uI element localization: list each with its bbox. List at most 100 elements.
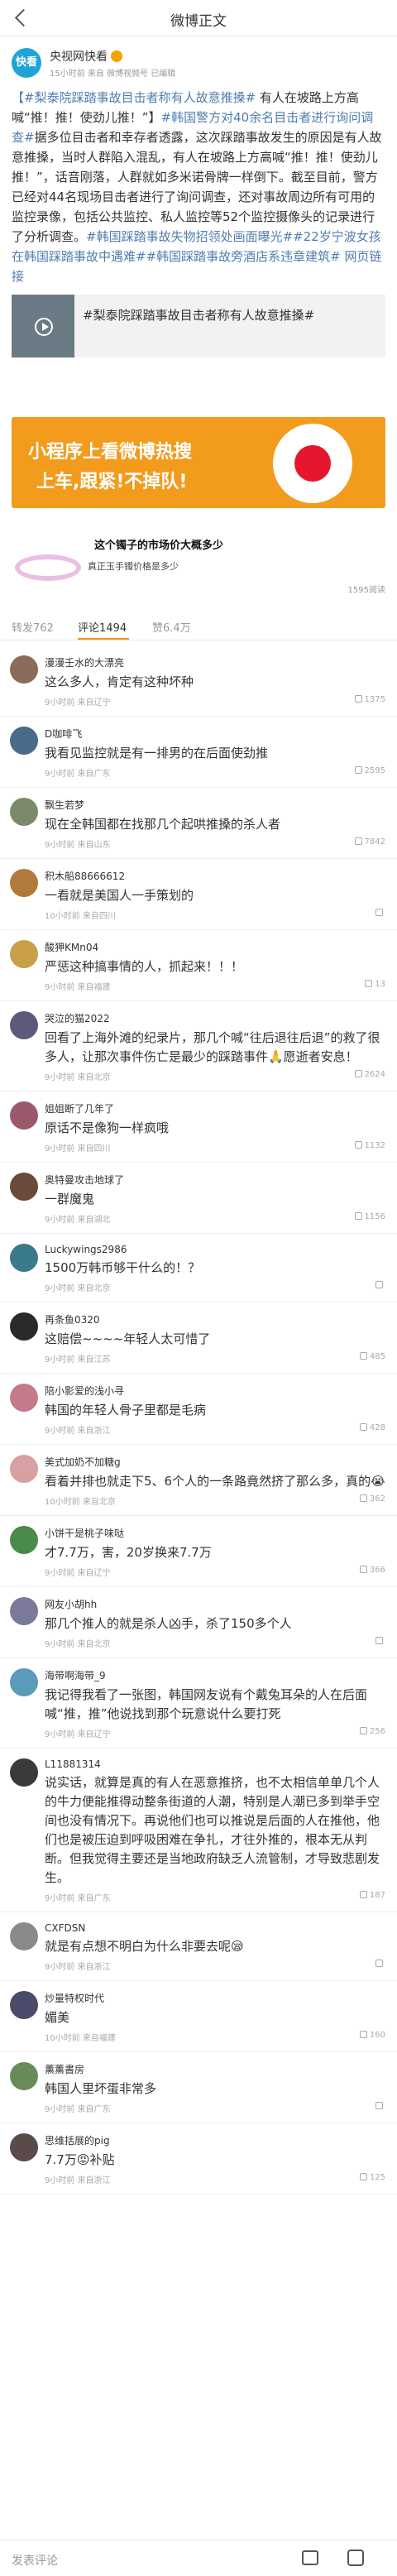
video-title[interactable]: #梨泰院踩踏事故目击者称有人故意推搡# xyxy=(83,306,377,324)
comment-item[interactable]: 炒量特权时代 媚美 10小时前 来自福建 160 xyxy=(0,1981,397,2052)
comment-author[interactable]: CXFDSN xyxy=(45,1912,385,1934)
comment-like-button[interactable] xyxy=(375,1960,385,1969)
miniapp-banner[interactable]: 小程序上看微博热搜 上车,跟紧!不掉队! xyxy=(12,417,385,508)
comment-like-button[interactable]: 256 xyxy=(359,1727,385,1736)
comment-item[interactable]: 思维括展的pig 7.7万😡补贴 9小时前 来自浙江 125 xyxy=(0,2123,397,2195)
comment-text: 那几个推人的就是杀人凶手，杀了150多个人 xyxy=(45,1616,292,1631)
comment-author[interactable]: 漫漫壬水的大漂亮 xyxy=(45,645,385,669)
comment-item[interactable]: 奥特曼攻击地球了 一群魔鬼 9小时前 来自湖北 1156 xyxy=(0,1163,397,1234)
comment-item[interactable]: 飘生若梦 现在全韩国都在找那几个起哄推搡的杀人者 9小时前 来自山东 7842 xyxy=(0,788,397,859)
comment-author[interactable]: 网友小胡hh xyxy=(45,1587,385,1611)
comment-item[interactable]: 哭泣的猫2022 回看了上海外滩的纪录片，那几个喊“往后退往后退”的救了很多人，让… xyxy=(0,1001,397,1091)
video-thumbnail[interactable] xyxy=(12,295,74,357)
repost-icon[interactable] xyxy=(302,2550,318,2565)
tab-comments[interactable]: 评论1494 xyxy=(78,619,127,635)
avatar[interactable] xyxy=(10,727,38,755)
avatar[interactable] xyxy=(10,940,38,968)
comment-author[interactable]: D咖啡飞 xyxy=(45,717,385,741)
avatar[interactable] xyxy=(10,2133,38,2161)
comment-author[interactable]: L11881314 xyxy=(45,1749,385,1770)
comment-item[interactable]: 再条鱼0320 这赔偿~~~~年轻人太可惜了 9小时前 来自江苏 485 xyxy=(0,1302,397,1374)
comment-author[interactable]: 哭泣的猫2022 xyxy=(45,1001,385,1025)
comment-author[interactable]: 再条鱼0320 xyxy=(45,1302,385,1326)
comment-author[interactable]: 小饼干是桃子味哒 xyxy=(45,1516,385,1540)
comment-like-button[interactable]: 1132 xyxy=(354,1141,385,1150)
avatar[interactable] xyxy=(10,2062,38,2090)
comment-author[interactable]: 思维括展的pig xyxy=(45,2123,385,2147)
comment-like-button[interactable]: 7842 xyxy=(354,837,385,847)
avatar[interactable] xyxy=(10,1526,38,1554)
comment-input[interactable]: 发表评论 xyxy=(12,2552,58,2569)
comment-like-button[interactable]: 366 xyxy=(359,1566,385,1575)
comment-author[interactable]: Luckywings2986 xyxy=(45,1234,385,1255)
post-topic-link[interactable]: 【#梨泰院踩踏事故目击者称有人故意推搡# xyxy=(12,90,256,105)
comment-author[interactable]: 飘生若梦 xyxy=(45,788,385,812)
ad-card[interactable]: 这个镯子的市场价大概多少 真正玉手镯价格是多少 1595阅读 xyxy=(12,530,385,609)
avatar[interactable] xyxy=(10,1922,38,1950)
comment-author[interactable]: 姐姐断了几年了 xyxy=(45,1091,385,1115)
avatar[interactable] xyxy=(10,1312,38,1341)
comment-like-button[interactable]: 2595 xyxy=(354,766,385,775)
comment-item[interactable]: 积木船88666612 一看就是美国人一手策划的 10小时前 来自四川 xyxy=(0,859,397,930)
comment-item[interactable]: 陪小影爱的浅小寻 韩国的年轻人骨子里都是毛病 9小时前 来自浙江 428 xyxy=(0,1374,397,1445)
avatar[interactable] xyxy=(10,1758,38,1787)
comment-author[interactable]: 薰薰書房 xyxy=(45,2052,385,2076)
comment-item[interactable]: L11881314 说实话，就算是真的有人在恶意推挤，也不太相信单单几个人的牛力便… xyxy=(0,1749,397,1912)
comment-author[interactable]: 美式加奶不加糖g xyxy=(45,1445,385,1469)
avatar[interactable] xyxy=(10,1384,38,1412)
avatar[interactable]: 快看 xyxy=(12,48,41,78)
avatar[interactable] xyxy=(10,869,38,897)
avatar[interactable] xyxy=(10,1011,38,1039)
comment-item[interactable]: CXFDSN 就是有点想不明白为什么非要去呢😪 9小时前 来自浙江 xyxy=(0,1912,397,1981)
comment-author[interactable]: 海带啊海带_9 xyxy=(45,1658,385,1682)
tab-repost[interactable]: 转发762 xyxy=(12,619,54,635)
comment-like-button[interactable]: 160 xyxy=(359,2031,385,2040)
comment-like-button[interactable]: 187 xyxy=(359,1891,385,1900)
banner-headline: 小程序上看微博热搜 xyxy=(28,442,193,463)
play-icon[interactable] xyxy=(35,318,53,336)
ad-title[interactable]: 这个镯子的市场价大概多少 xyxy=(94,536,223,552)
comment-like-button[interactable]: 125 xyxy=(359,2173,385,2182)
comment-author[interactable]: 炒量特权时代 xyxy=(45,1981,385,2005)
video-card[interactable]: #梨泰院踩踏事故目击者称有人故意推搡# xyxy=(12,295,385,357)
comment-like-button[interactable] xyxy=(375,1281,385,1290)
avatar[interactable] xyxy=(10,1455,38,1483)
avatar[interactable] xyxy=(10,1173,38,1201)
comment-like-button[interactable] xyxy=(375,1637,385,1646)
comment-author[interactable]: 酸狎KMn04 xyxy=(45,930,385,954)
comment-like-button[interactable]: 1375 xyxy=(354,695,385,704)
comment-item[interactable]: 姐姐断了几年了 原话不是像狗一样疯哦 9小时前 来自四川 1132 xyxy=(0,1091,397,1163)
comment-like-button[interactable]: 1156 xyxy=(354,1212,385,1221)
comment-like-button[interactable] xyxy=(375,2102,385,2111)
comment-like-button[interactable] xyxy=(375,909,385,918)
avatar[interactable] xyxy=(10,1244,38,1272)
comment-like-button[interactable]: 362 xyxy=(359,1494,385,1504)
post-body: 【#梨泰院踩踏事故目击者称有人故意推搡# 有人在坡路上方高喊“推！推！使劲儿推！… xyxy=(12,88,385,286)
comment-item[interactable]: 网友小胡hh 那几个推人的就是杀人凶手，杀了150多个人 9小时前 来自北京 xyxy=(0,1587,397,1658)
comment-like-button[interactable]: 485 xyxy=(359,1352,385,1361)
comment-item[interactable]: 薰薰書房 韩国人里坏蛋非常多 9小时前 来自广东 xyxy=(0,2052,397,2123)
avatar[interactable] xyxy=(10,655,38,684)
comment-item[interactable]: 海带啊海带_9 我记得我看了一张图，韩国网友说有个戴兔耳朵的人在后面喊“推，推”他… xyxy=(0,1658,397,1749)
comment-author[interactable]: 陪小影爱的浅小寻 xyxy=(45,1374,385,1398)
tab-likes[interactable]: 赞6.4万 xyxy=(152,619,191,635)
avatar[interactable] xyxy=(10,1991,38,2019)
post-author[interactable]: 央视网快看 xyxy=(50,48,122,65)
comment-item[interactable]: 酸狎KMn04 严惩这种搞事情的人，抓起来！！！ 9小时前 来自福建 13 xyxy=(0,930,397,1001)
comment-like-button[interactable]: 428 xyxy=(359,1423,385,1432)
like-icon[interactable] xyxy=(347,2550,364,2566)
avatar[interactable] xyxy=(10,798,38,826)
comment-item[interactable]: D咖啡飞 我看见监控就是有一排男的在后面使劲推 9小时前 来自广东 2595 xyxy=(0,717,397,788)
comment-like-button[interactable]: 13 xyxy=(365,980,385,989)
comment-item[interactable]: 漫漫壬水的大漂亮 这么多人，肯定有这种坏种 9小时前 来自辽宁 1375 xyxy=(0,645,397,717)
comment-item[interactable]: Luckywings2986 1500万韩币够干什么的！？ 9小时前 来自北京 xyxy=(0,1234,397,1302)
comment-item[interactable]: 美式加奶不加糖g 看着并排也就走下5、6个人的一条路竟然挤了那么多，真的😭 10小时… xyxy=(0,1445,397,1516)
author-name[interactable]: 央视网快看 xyxy=(50,50,108,64)
comment-item[interactable]: 小饼干是桃子味哒 才7.7万，害，20岁换来7.7万 9小时前 来自辽宁 366 xyxy=(0,1516,397,1587)
avatar[interactable] xyxy=(10,1597,38,1625)
comment-author[interactable]: 奥特曼攻击地球了 xyxy=(45,1163,385,1187)
avatar[interactable] xyxy=(10,1668,38,1696)
comment-author[interactable]: 积木船88666612 xyxy=(45,859,385,883)
avatar[interactable] xyxy=(10,1101,38,1130)
comment-like-button[interactable]: 2624 xyxy=(354,1070,385,1079)
